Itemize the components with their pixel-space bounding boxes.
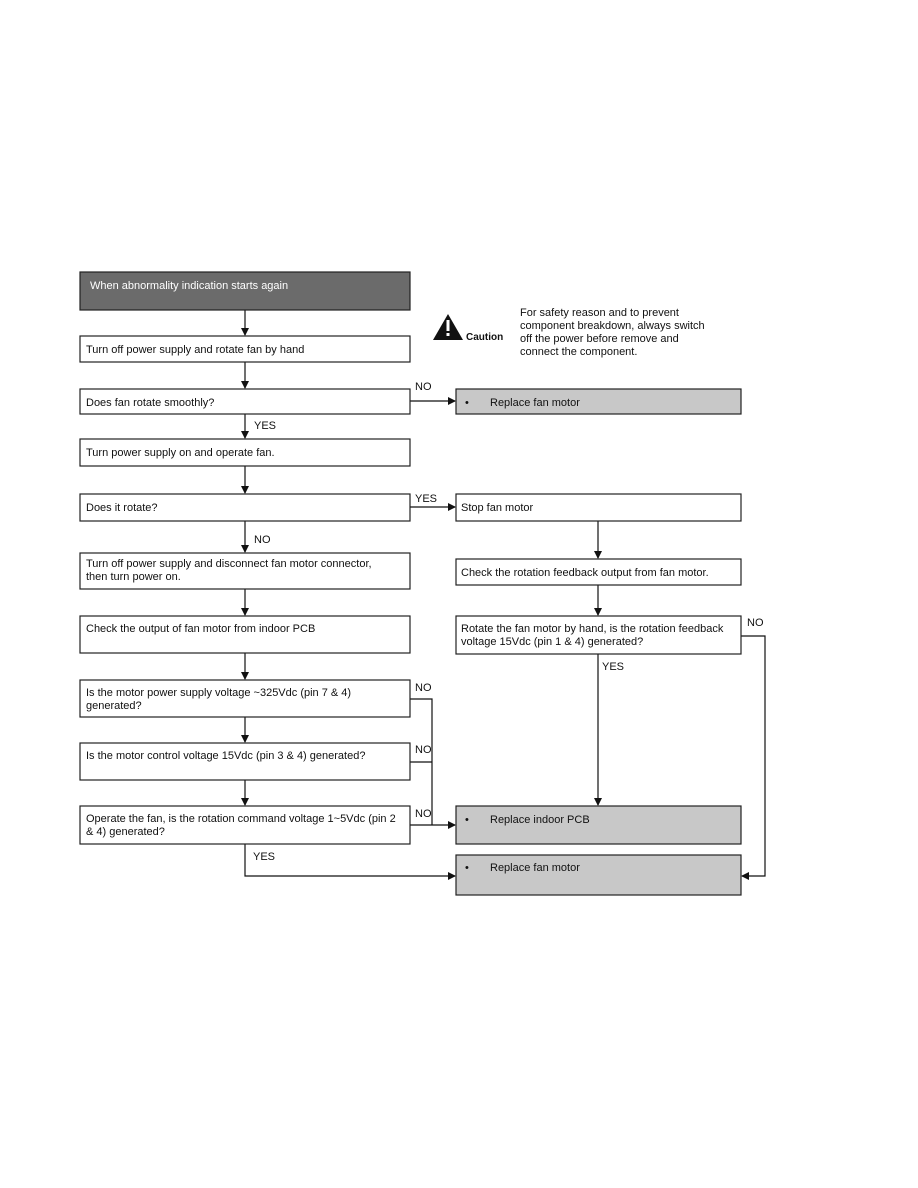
caution-line: component breakdown, always switch — [520, 320, 705, 332]
decision-text: Does it rotate? — [86, 502, 158, 514]
step-text: Turn off power supply and disconnect fan… — [86, 558, 372, 570]
step-text: Check the output of fan motor from indoo… — [86, 623, 315, 635]
bullet: • — [465, 862, 469, 874]
label-yes: YES — [254, 420, 276, 432]
step-text: Turn power supply on and operate fan. — [86, 447, 275, 459]
arrow — [741, 635, 766, 880]
label-no: NO — [747, 617, 764, 629]
step-text: Check the rotation feedback output from … — [461, 567, 709, 579]
result-text: Replace fan motor — [490, 862, 580, 874]
bullet: • — [465, 814, 469, 826]
decision-text: Rotate the fan motor by hand, is the rot… — [461, 623, 724, 635]
label-yes: YES — [602, 661, 624, 673]
caution-label: Caution — [466, 332, 503, 343]
caution-line: connect the component. — [520, 346, 637, 358]
label-yes: YES — [415, 493, 437, 505]
label-no: NO — [415, 682, 432, 694]
decision-text: Does fan rotate smoothly? — [86, 397, 214, 409]
flowchart: NO YES YES NO NO NO NO YES YES NO When a… — [79, 271, 766, 896]
result-text: Replace fan motor — [490, 397, 580, 409]
label-no: NO — [415, 381, 432, 393]
label-no: NO — [254, 534, 271, 546]
decision-text: Is the motor control voltage 15Vdc (pin … — [86, 750, 365, 762]
decision-text: & 4) generated? — [86, 826, 165, 838]
label-no: NO — [415, 744, 432, 756]
decision-text: Is the motor power supply voltage ~325Vd… — [86, 687, 351, 699]
step-text: Stop fan motor — [461, 502, 533, 514]
start-text: When abnormality indication starts again — [90, 280, 288, 292]
step-text: Turn off power supply and rotate fan by … — [86, 344, 304, 356]
page: NO YES YES NO NO NO NO YES YES NO When a… — [0, 0, 918, 1188]
result-box — [455, 854, 742, 896]
label-no: NO — [415, 808, 432, 820]
decision-box — [455, 615, 742, 655]
arrow — [244, 844, 456, 880]
decision-box — [79, 805, 411, 845]
label-yes: YES — [253, 851, 275, 863]
caution-note: Caution For safety reason and to prevent… — [433, 307, 705, 358]
bullet: • — [465, 397, 469, 409]
caution-line: For safety reason and to prevent — [520, 307, 679, 319]
decision-text: Operate the fan, is the rotation command… — [86, 813, 396, 825]
result-text: Replace indoor PCB — [490, 814, 590, 826]
step-text: then turn power on. — [86, 571, 181, 583]
decision-text: voltage 15Vdc (pin 1 & 4) generated? — [461, 636, 643, 648]
caution-line: off the power before remove and — [520, 333, 679, 345]
decision-text: generated? — [86, 700, 142, 712]
